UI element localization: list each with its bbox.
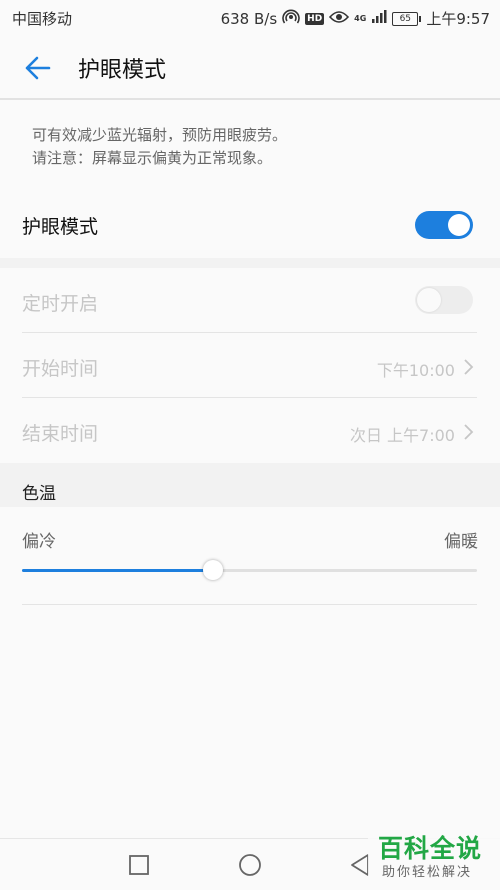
battery-level: 65 [392, 11, 419, 26]
hd-badge: HD [305, 12, 325, 25]
start-time-row[interactable]: 开始时间 下午10:00 [0, 333, 500, 397]
description-line-2: 请注意：屏幕显示偏黄为正常现象。 [32, 149, 273, 167]
eye-mode-label: 护眼模式 [22, 216, 99, 238]
battery-icon: 65 [392, 11, 422, 26]
description-line-1: 可有效减少蓝光辐射，预防用眼疲劳。 [32, 126, 288, 144]
switch-knob [417, 288, 441, 312]
slider-fill [22, 569, 214, 572]
watermark-subtitle: 助你轻松解决 [382, 865, 473, 880]
color-temperature-slider[interactable] [22, 558, 477, 584]
chevron-right-icon [464, 359, 474, 375]
schedule-label: 定时开启 [22, 293, 99, 315]
row-divider [22, 604, 477, 605]
eye-mode-switch[interactable] [415, 211, 473, 239]
end-time-row[interactable]: 结束时间 次日 上午7:00 [0, 398, 500, 462]
hotspot-icon [282, 9, 300, 29]
clock: 上午9:57 [426, 10, 490, 28]
start-time-label: 开始时间 [22, 358, 99, 380]
eye-mode-row[interactable]: 护眼模式 [0, 196, 500, 256]
back-arrow-icon [25, 56, 51, 80]
color-temperature-header: 色温 [0, 463, 500, 507]
page-title: 护眼模式 [78, 58, 167, 83]
warm-label: 偏暖 [444, 532, 478, 552]
chevron-right-icon [464, 424, 474, 440]
watermark-title: 百科全说 [378, 834, 483, 863]
slider-thumb[interactable] [203, 560, 224, 580]
description-text: 可有效减少蓝光辐射，预防用眼疲劳。 请注意：屏幕显示偏黄为正常现象。 [32, 124, 287, 170]
app-bar: 护眼模式 [0, 34, 500, 100]
color-temperature-title: 色温 [22, 484, 56, 504]
square-icon[interactable] [127, 853, 151, 877]
status-bar: 中国移动 638 B/s HD 4G 65 上午9:57 [0, 0, 500, 34]
signal-icon [371, 9, 387, 28]
watermark: 百科全说 助你轻松解决 [368, 827, 500, 889]
network-speed: 638 B/s [220, 9, 278, 28]
cold-label: 偏冷 [22, 532, 56, 552]
eye-comfort-icon [329, 10, 350, 28]
schedule-row[interactable]: 定时开启 [0, 268, 500, 332]
back-button[interactable] [18, 48, 58, 88]
end-time-value: 次日 上午7:00 [349, 426, 455, 445]
circle-icon[interactable] [237, 852, 263, 878]
status-icons: 638 B/s HD 4G 65 上午9:57 [221, 8, 490, 29]
schedule-switch[interactable] [415, 286, 473, 314]
end-time-label: 结束时间 [22, 423, 99, 445]
carrier-name: 中国移动 [12, 10, 73, 28]
switch-knob [448, 214, 470, 236]
network-type: 4G [354, 13, 367, 23]
section-divider [0, 258, 500, 268]
start-time-value: 下午10:00 [376, 361, 455, 380]
